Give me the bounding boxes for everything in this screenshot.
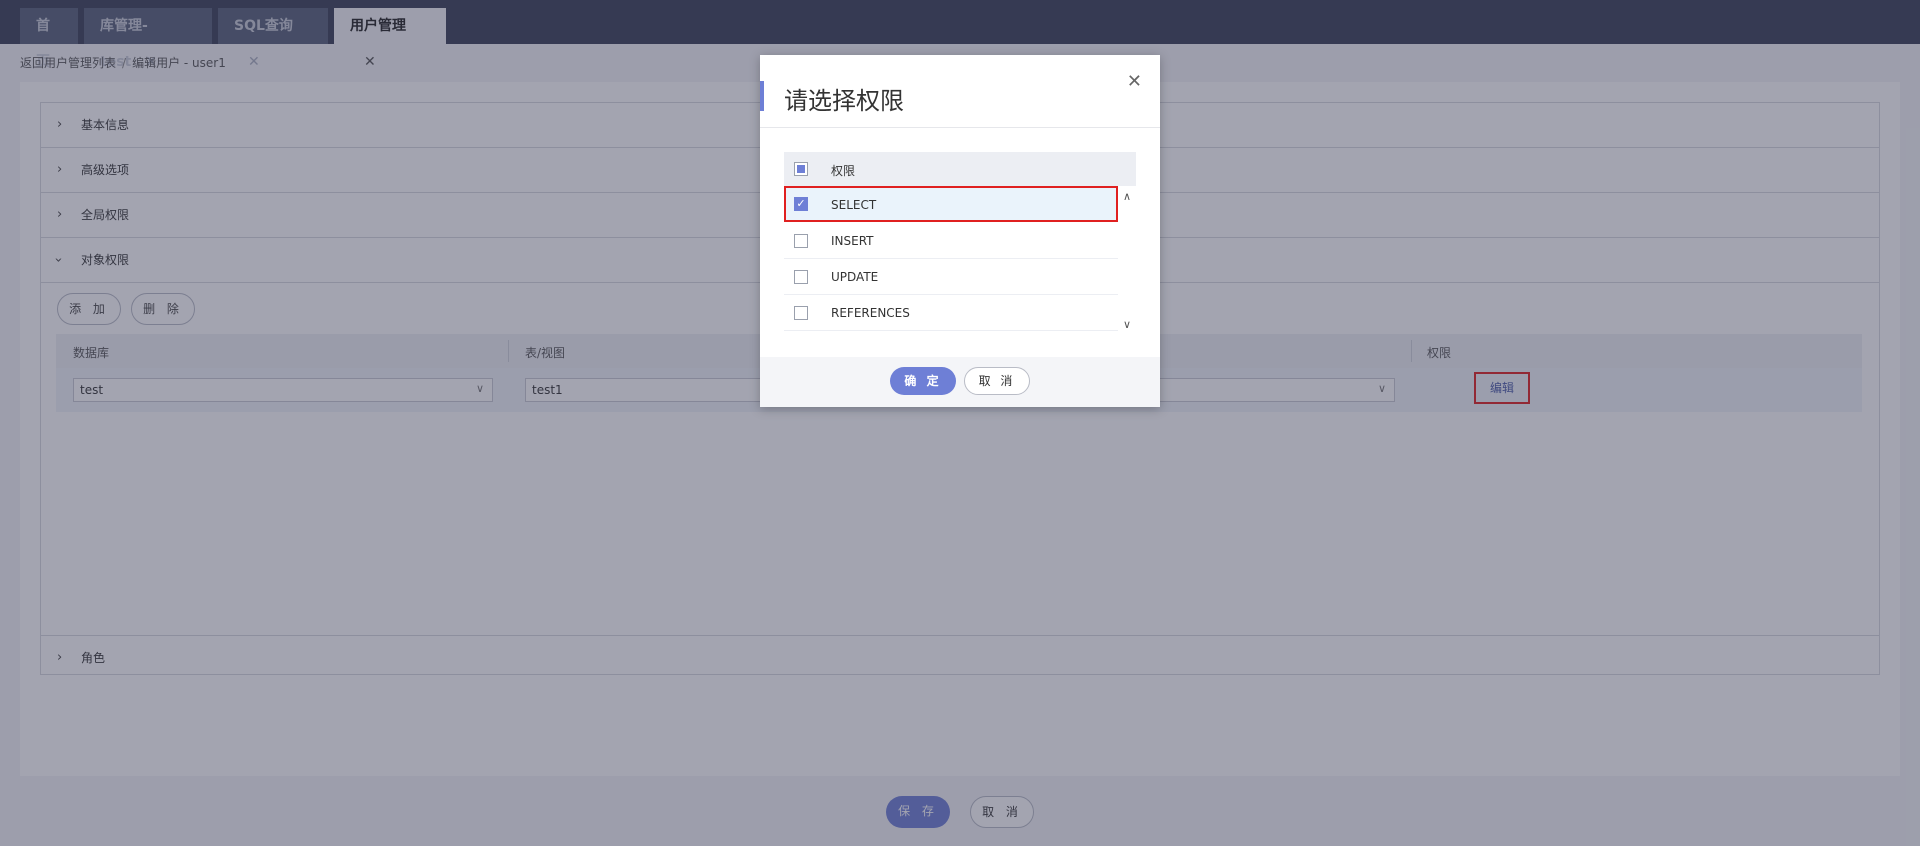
close-icon[interactable]: ✕: [1127, 71, 1142, 92]
scroll-up-icon[interactable]: ∧: [1123, 190, 1131, 203]
checkbox-checked[interactable]: ✓: [794, 197, 808, 211]
permission-row-update[interactable]: UPDATE: [784, 259, 1118, 295]
confirm-button[interactable]: 确 定: [890, 367, 956, 395]
permission-row-insert[interactable]: INSERT: [784, 223, 1118, 259]
permission-label: REFERENCES: [831, 306, 910, 320]
permission-row-references[interactable]: REFERENCES: [784, 295, 1118, 331]
scroll-down-icon[interactable]: ∨: [1123, 318, 1131, 331]
permission-label: INSERT: [831, 234, 874, 248]
select-all-checkbox[interactable]: [794, 162, 808, 176]
permission-dialog: 请选择权限 ✕ 权限 ✓ SELECT INSERT UPDATE REFERE…: [760, 55, 1160, 407]
checkbox[interactable]: [794, 234, 808, 248]
permission-header-label: 权限: [831, 164, 856, 178]
permission-label: SELECT: [831, 198, 877, 212]
permission-row-select[interactable]: ✓ SELECT: [784, 186, 1118, 222]
dialog-cancel-button[interactable]: 取 消: [964, 367, 1030, 395]
checkbox[interactable]: [794, 270, 808, 284]
scrollbar[interactable]: ∧ ∨: [1120, 186, 1136, 334]
dialog-footer: 确 定 取 消: [760, 357, 1160, 407]
permission-table-header: 权限: [784, 152, 1136, 186]
divider: [760, 127, 1160, 128]
title-accent-bar: [760, 81, 764, 111]
checkbox[interactable]: [794, 306, 808, 320]
permission-label: UPDATE: [831, 270, 879, 284]
dialog-title: 请选择权限: [784, 87, 904, 115]
permission-table: 权限 ✓ SELECT INSERT UPDATE REFERENCES ∧ ∨: [784, 152, 1136, 334]
